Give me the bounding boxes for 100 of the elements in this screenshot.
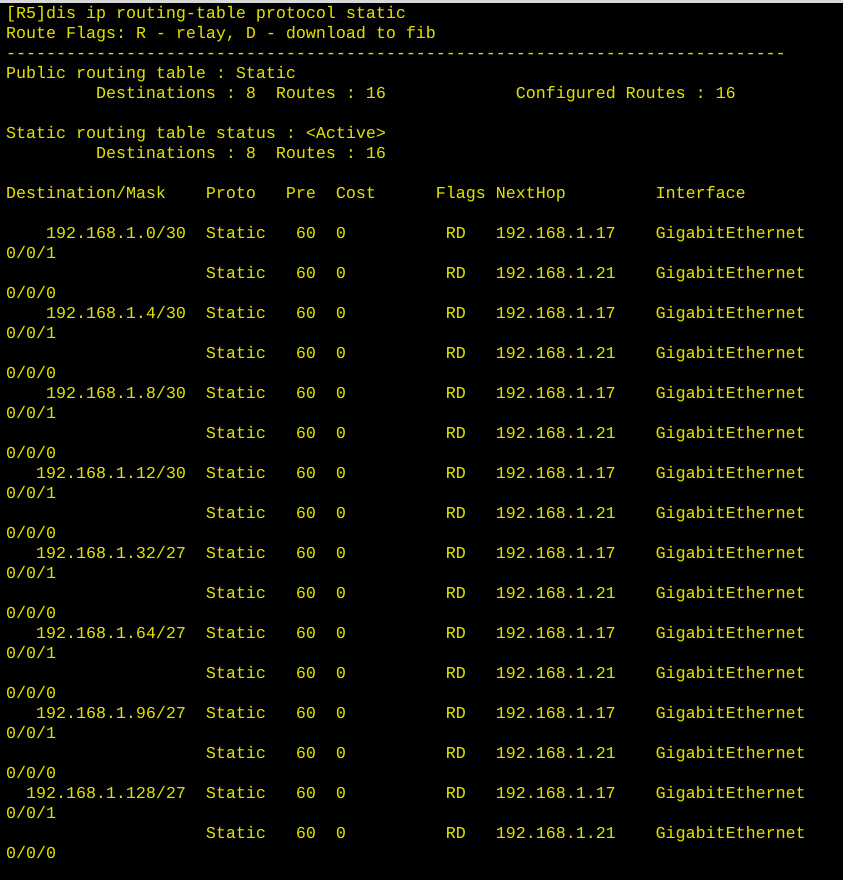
proto-cell: Static — [206, 785, 266, 804]
nexthop-cell: 192.168.1.21 — [496, 825, 616, 844]
pre-cell: 60 — [296, 505, 316, 524]
destination-cell: 192.168.1.64/27 — [36, 625, 186, 645]
interface-cell: GigabitEthernet — [656, 465, 806, 485]
flags-cell: RD — [446, 225, 466, 244]
proto-cell: Static — [206, 585, 266, 604]
cost-cell: 0 — [336, 745, 346, 764]
proto-cell: Static — [206, 545, 266, 564]
cost-cell: 0 — [336, 265, 346, 284]
interface-cell: GigabitEthernet — [656, 785, 806, 805]
cost-cell: 0 — [336, 705, 346, 724]
nexthop-cell: 192.168.1.17 — [496, 625, 616, 644]
table-title: Public routing table : Static — [6, 65, 296, 85]
interface-cell: 0/0/0 — [6, 685, 56, 705]
flags-cell: RD — [446, 465, 466, 484]
flags-cell: RD — [446, 385, 466, 404]
interface-cell: 0/0/1 — [6, 245, 56, 265]
nexthop-cell: 192.168.1.21 — [496, 345, 616, 364]
flags-cell: RD — [446, 345, 466, 364]
flags-legend: Route Flags: R - relay, D - download to fib — [6, 25, 436, 45]
interface-cell: 0/0/0 — [6, 525, 56, 545]
proto-cell: Static — [206, 825, 266, 844]
proto-cell: Static — [206, 705, 266, 724]
nexthop-cell: 192.168.1.21 — [496, 505, 616, 524]
interface-cell: GigabitEthernet — [656, 585, 806, 605]
nexthop-cell: 192.168.1.21 — [496, 665, 616, 684]
flags-cell: RD — [446, 425, 466, 444]
nexthop-cell: 192.168.1.17 — [496, 785, 616, 804]
destination-cell: 192.168.1.0/30 — [46, 225, 186, 245]
interface-cell: 0/0/1 — [6, 485, 56, 505]
column-header: Cost — [336, 185, 376, 204]
flags-cell: RD — [446, 585, 466, 604]
proto-cell: Static — [206, 425, 266, 444]
cost-cell: 0 — [336, 665, 346, 684]
pre-cell: 60 — [296, 545, 316, 564]
nexthop-cell: 192.168.1.21 — [496, 745, 616, 764]
configured-routes-count: Configured Routes : 16 — [516, 85, 736, 105]
nexthop-cell: 192.168.1.17 — [496, 305, 616, 324]
nexthop-cell: 192.168.1.21 — [496, 265, 616, 284]
interface-cell: 0/0/0 — [6, 445, 56, 465]
pre-cell: 60 — [296, 585, 316, 604]
interface-cell: 0/0/1 — [6, 725, 56, 745]
pre-cell: 60 — [296, 305, 316, 324]
flags-cell: RD — [446, 265, 466, 284]
flags-cell: RD — [446, 305, 466, 324]
cost-cell: 0 — [336, 585, 346, 604]
proto-cell: Static — [206, 385, 266, 404]
pre-cell: 60 — [296, 825, 316, 844]
cost-cell: 0 — [336, 425, 346, 444]
interface-cell: GigabitEthernet — [656, 665, 806, 685]
routes-count: Routes : 16 — [276, 145, 386, 165]
pre-cell: 60 — [296, 465, 316, 484]
interface-cell: 0/0/0 — [6, 765, 56, 785]
nexthop-cell: 192.168.1.21 — [496, 425, 616, 444]
interface-cell: 0/0/0 — [6, 605, 56, 625]
interface-cell: GigabitEthernet — [656, 705, 806, 725]
interface-cell: 0/0/0 — [6, 365, 56, 385]
interface-cell: GigabitEthernet — [656, 745, 806, 765]
destination-cell: 192.168.1.128/27 — [26, 785, 186, 805]
cost-cell: 0 — [336, 825, 346, 844]
destination-cell: 192.168.1.8/30 — [46, 385, 186, 405]
cost-cell: 0 — [336, 465, 346, 484]
interface-cell: GigabitEthernet — [656, 305, 806, 325]
destination-cell: 192.168.1.96/27 — [36, 705, 186, 725]
pre-cell: 60 — [296, 385, 316, 404]
column-header: Flags — [436, 185, 486, 204]
proto-cell: Static — [206, 345, 266, 364]
interface-cell: 0/0/1 — [6, 645, 56, 665]
cost-cell: 0 — [336, 385, 346, 404]
cost-cell: 0 — [336, 545, 346, 564]
column-header: Pre — [286, 185, 316, 204]
interface-cell: 0/0/1 — [6, 565, 56, 585]
pre-cell: 60 — [296, 665, 316, 684]
flags-cell: RD — [446, 705, 466, 724]
proto-cell: Static — [206, 505, 266, 524]
pre-cell: 60 — [296, 785, 316, 804]
cost-cell: 0 — [336, 345, 346, 364]
destination-cell: 192.168.1.4/30 — [46, 305, 186, 325]
routes-count: Routes : 16 — [276, 85, 387, 105]
interface-cell: 0/0/0 — [6, 285, 56, 305]
interface-cell: 0/0/1 — [6, 405, 56, 425]
separator-line: ------------------------------------------------------------------------------ — [6, 45, 786, 65]
flags-cell: RD — [446, 785, 466, 804]
interface-cell: GigabitEthernet — [656, 265, 806, 285]
proto-cell: Static — [206, 665, 266, 684]
cost-cell: 0 — [336, 305, 346, 324]
flags-cell: RD — [446, 505, 466, 524]
interface-cell: GigabitEthernet — [656, 505, 806, 525]
cost-cell: 0 — [336, 505, 346, 524]
destinations-count: Destinations : 8 — [96, 85, 257, 105]
nexthop-cell: 192.168.1.21 — [496, 585, 616, 604]
interface-cell: 0/0/1 — [6, 805, 56, 825]
flags-cell: RD — [446, 545, 466, 564]
destination-cell: 192.168.1.32/27 — [36, 545, 186, 565]
interface-cell: GigabitEthernet — [656, 225, 806, 245]
proto-cell: Static — [206, 305, 266, 324]
interface-cell: GigabitEthernet — [656, 385, 806, 405]
status-title: Static routing table status : <Active> — [6, 125, 386, 145]
pre-cell: 60 — [296, 625, 316, 644]
